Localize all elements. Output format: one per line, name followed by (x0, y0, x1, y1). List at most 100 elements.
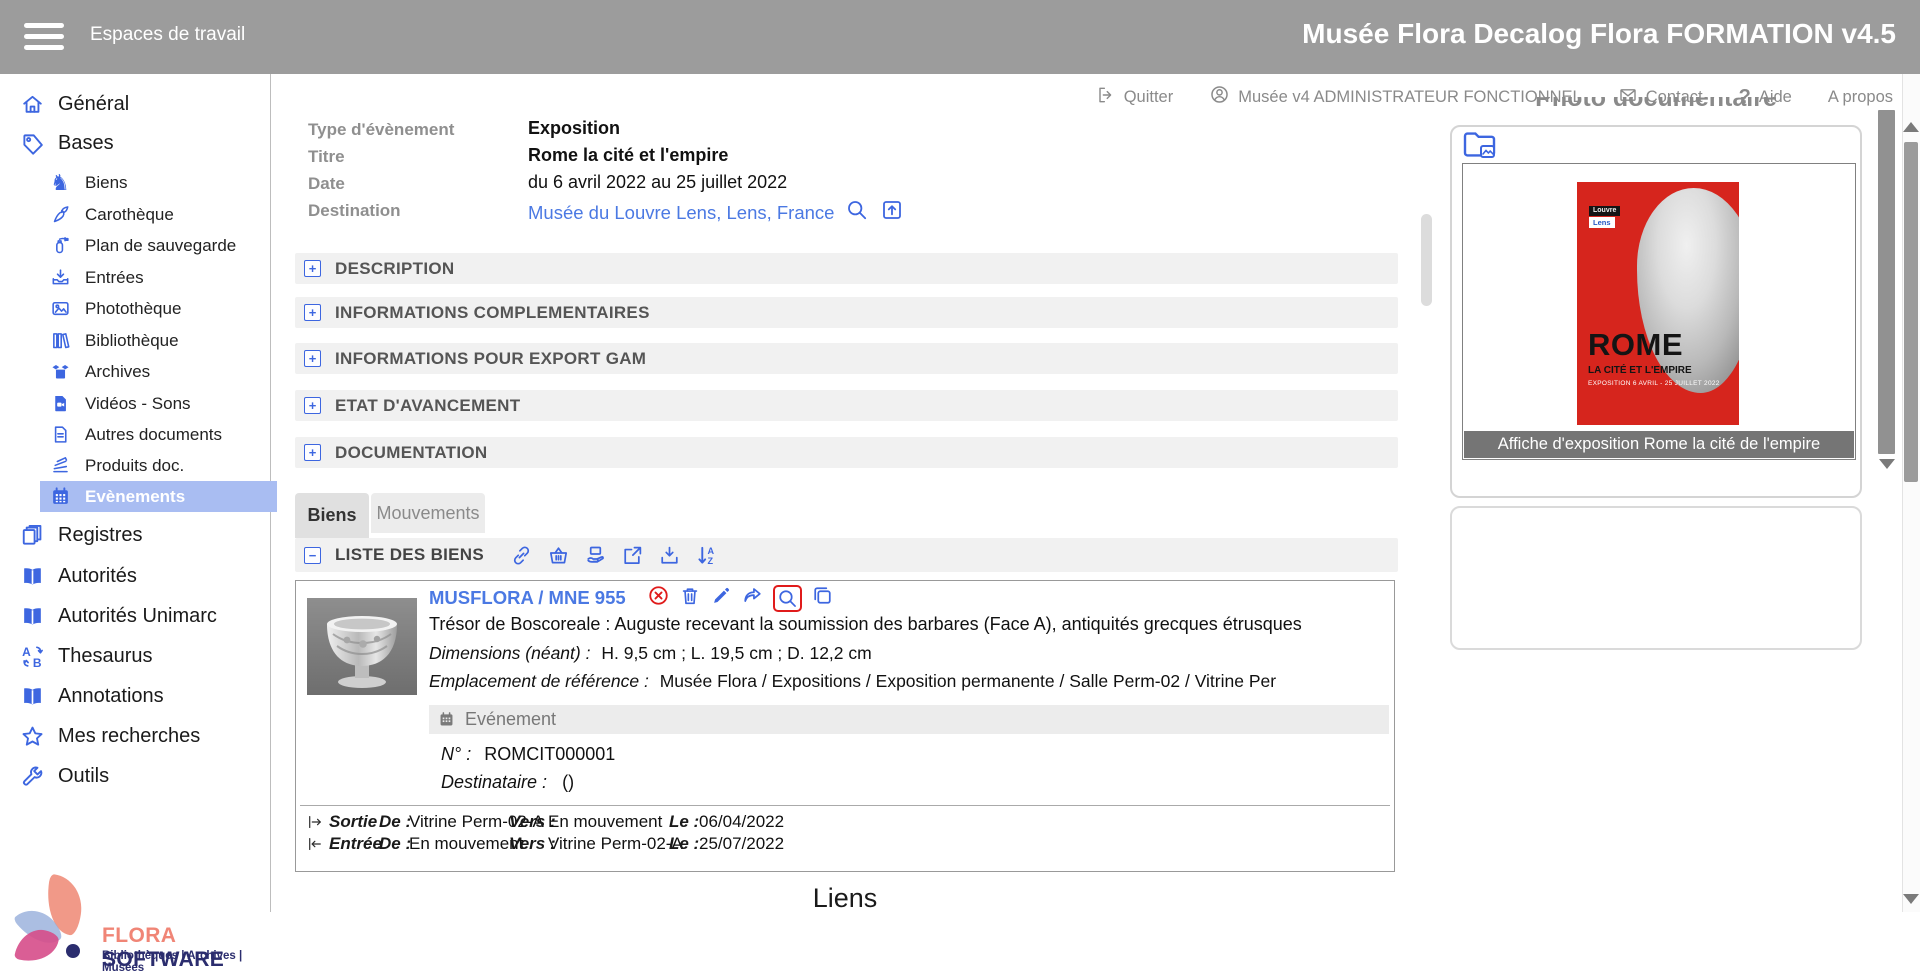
delete-icon[interactable] (679, 585, 701, 612)
de-value: En mouvement (409, 834, 523, 854)
sidebar-item-label: Autorités Unimarc (58, 605, 217, 628)
sidebar-item-annotations[interactable]: Annotations (0, 678, 270, 714)
contact-button[interactable]: Contact (1618, 85, 1703, 110)
folder-image-icon[interactable] (1462, 129, 1498, 166)
sidebar-item-carotheque[interactable]: Carothèque (40, 199, 277, 230)
poster-dates: EXPOSITION 6 AVRIL - 25 JUILLET 2022 (1588, 380, 1720, 387)
svg-text:A: A (707, 545, 714, 555)
destination-link[interactable]: Musée du Louvre Lens, Lens, France (528, 202, 834, 224)
sidebar-item-mes-recherches[interactable]: Mes recherches (0, 718, 270, 754)
sidebar-item-thesaurus[interactable]: AB Thesaurus (0, 638, 270, 674)
sidebar-item-outils[interactable]: Outils (0, 758, 270, 794)
expand-icon[interactable]: + (304, 397, 321, 414)
open-book-icon (19, 684, 45, 709)
field-value-titre: Rome la cité et l'empire (528, 145, 728, 166)
svg-text:A: A (22, 645, 31, 659)
sidebar-item-autres-documents[interactable]: Autres documents (40, 419, 277, 450)
bien-reference-link[interactable]: MUSFLORA / MNE 955 (429, 587, 626, 609)
section-informations-complementaires[interactable]: + INFORMATIONS COMPLEMENTAIRES (295, 297, 1398, 328)
field-label-type: Type d'évènement (308, 120, 454, 140)
liens-section-title: Liens (770, 883, 920, 914)
expand-icon[interactable]: + (304, 444, 321, 461)
exposition-poster-image[interactable]: Louvre Lens ROME LA CITÉ ET L'EMPIRE EXP… (1577, 182, 1739, 425)
sidebar-item-general[interactable]: Général (0, 86, 270, 122)
user-account-menu[interactable]: Musée v4 ADMINISTRATEUR FONCTIONNEL (1209, 84, 1582, 110)
bien-dimensions: Dimensions (néant) : H. 9,5 cm ; L. 19,5… (429, 643, 1392, 664)
sidebar-item-bases[interactable]: Bases (0, 125, 270, 161)
sidebar-item-plan-sauvegarde[interactable]: Plan de sauvegarde (40, 230, 277, 261)
user-menu: Quitter Musée v4 ADMINISTRATEUR FONCTION… (1096, 84, 1893, 110)
de-label: De : (379, 812, 411, 832)
le-label: Le : (669, 812, 699, 832)
sidebar-item-label: Carothèque (85, 205, 174, 225)
hamburger-menu-icon[interactable] (24, 23, 64, 51)
quit-button[interactable]: Quitter (1096, 85, 1174, 110)
calendar-icon (47, 486, 73, 507)
expand-icon[interactable]: + (304, 260, 321, 277)
about-button[interactable]: A propos (1828, 88, 1893, 107)
mouvement-type: Entrée (329, 834, 382, 854)
external-link-icon[interactable] (621, 544, 644, 567)
tab-mouvements[interactable]: Mouvements (371, 493, 485, 533)
open-record-icon[interactable] (880, 198, 904, 227)
sidebar-item-biens[interactable]: ♞ Biens (40, 167, 277, 198)
sidebar-item-produits-doc[interactable]: Produits doc. (40, 450, 277, 481)
sidebar-item-label: Produits doc. (85, 456, 184, 476)
workspace-label[interactable]: Espaces de travail (90, 24, 245, 46)
basket-icon[interactable] (547, 544, 570, 567)
view-icon-highlighted[interactable] (773, 585, 802, 612)
vers-value: Vitrine Perm-02-A (548, 834, 683, 854)
sidebar-item-registres[interactable]: Registres (0, 517, 270, 553)
evenement-bar: Evénement (429, 705, 1389, 734)
scroll-down-icon[interactable] (1903, 894, 1919, 904)
download-icon[interactable] (658, 544, 681, 567)
loan-hand-icon[interactable] (584, 544, 607, 567)
panel-resize-handle[interactable] (1421, 214, 1432, 306)
expand-icon[interactable]: + (304, 304, 321, 321)
bien-header-row: MUSFLORA / MNE 955 (429, 584, 834, 612)
sidebar-item-autorites[interactable]: Autorités (0, 558, 270, 594)
sidebar-item-archives[interactable]: Archives (40, 356, 277, 387)
document-icon (47, 424, 73, 445)
edit-icon[interactable] (710, 585, 732, 612)
search-icon[interactable] (845, 198, 869, 227)
section-etat-avancement[interactable]: + ETAT D'AVANCEMENT (295, 390, 1398, 421)
bien-emplacement: Emplacement de référence : Musée Flora /… (429, 671, 1392, 692)
numero-label: N° : (441, 744, 471, 764)
sidebar-item-label: Vidéos - Sons (85, 394, 191, 414)
panel-scroll-down-icon[interactable] (1879, 459, 1895, 469)
expand-icon[interactable]: + (304, 350, 321, 367)
duplicate-icon[interactable] (811, 584, 834, 612)
svg-text:B: B (32, 655, 41, 668)
mouvement-type: Sortie (329, 812, 377, 832)
sidebar-item-evenements[interactable]: Evènements (40, 481, 277, 512)
user-icon (1209, 84, 1230, 110)
bien-description: Trésor de Boscoreale : Auguste recevant … (429, 614, 1392, 635)
section-label: DOCUMENTATION (335, 443, 487, 463)
sidebar-item-bibliotheque[interactable]: Bibliothèque (40, 325, 277, 356)
bien-thumbnail-image[interactable] (307, 598, 417, 695)
sort-az-icon[interactable]: AZ (695, 544, 718, 567)
window-scrollbar-thumb[interactable] (1904, 142, 1918, 482)
share-icon[interactable] (741, 584, 764, 612)
panel-scrollbar-thumb[interactable] (1878, 110, 1895, 454)
sidebar-item-phototheque[interactable]: Photothèque (40, 293, 277, 324)
sidebar-item-videos-sons[interactable]: Vidéos - Sons (40, 388, 277, 419)
link-icon[interactable] (510, 544, 533, 567)
help-button[interactable]: ? Aide (1739, 86, 1792, 109)
sidebar-item-autorites-unimarc[interactable]: Autorités Unimarc (0, 598, 270, 634)
scroll-up-icon[interactable] (1903, 122, 1919, 132)
cancel-icon[interactable] (647, 584, 670, 612)
section-documentation[interactable]: + DOCUMENTATION (295, 437, 1398, 468)
calendar-icon (438, 711, 455, 728)
section-description[interactable]: + DESCRIPTION (295, 253, 1398, 284)
sidebar-item-entrees[interactable]: Entrées (40, 262, 277, 293)
section-informations-export-gam[interactable]: + INFORMATIONS POUR EXPORT GAM (295, 343, 1398, 374)
collapse-icon[interactable]: − (304, 547, 321, 564)
star-icon (19, 724, 45, 749)
secondary-panel (1450, 506, 1862, 650)
louvre-label: Louvre (1589, 206, 1620, 216)
liste-des-biens-bar: − LISTE DES BIENS AZ (295, 538, 1398, 572)
tab-biens[interactable]: Biens (295, 493, 369, 538)
field-label-titre: Titre (308, 147, 345, 167)
